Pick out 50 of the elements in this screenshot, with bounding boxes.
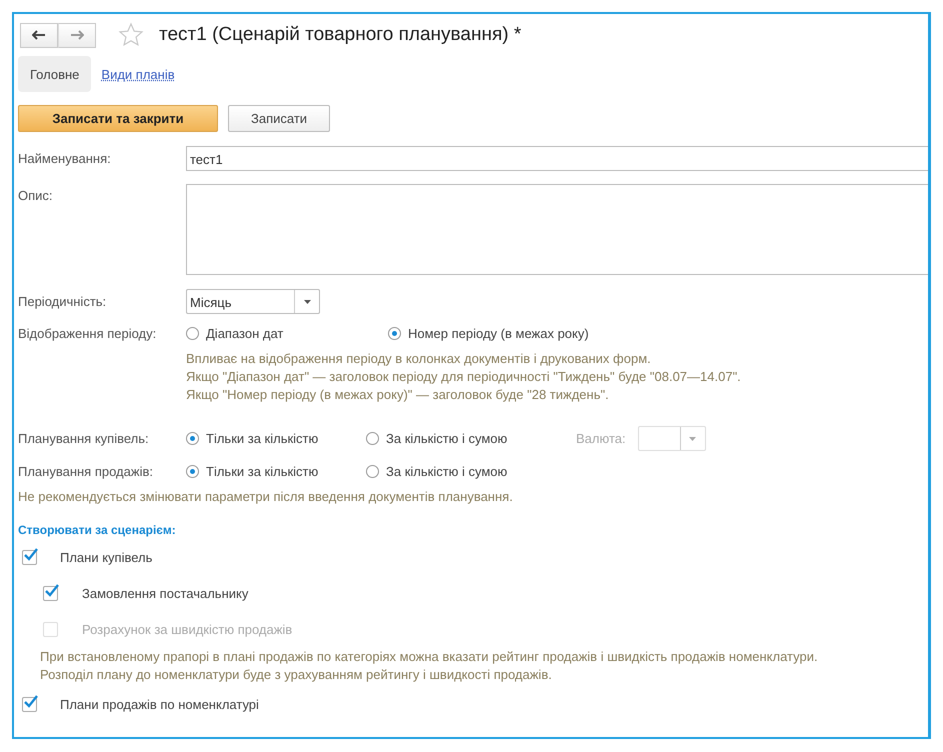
- hint-text: Якщо "Номер періоду (в межах року)" — заголовок буде "28 тиждень".: [186, 386, 610, 404]
- field-label: Відображення періоду:: [18, 326, 158, 341]
- name-input[interactable]: тест1: [186, 146, 928, 171]
- radio-option[interactable]: За кількістю і сумою: [366, 464, 576, 479]
- periodicity-dropdown[interactable]: Місяць: [186, 289, 320, 314]
- hint-text: Якщо "Діапазон дат" — заголовок періоду для періодичності "Тиждень" буде "08.07—14.07".: [186, 368, 742, 386]
- field-label: Найменування:: [18, 151, 112, 166]
- note-text: Розподіл плану до номенклатури буде з урахуванням рейтингу і швидкості продажів.: [40, 666, 553, 684]
- tab[interactable]: Види планів: [91, 56, 175, 92]
- radio-button[interactable]: [366, 465, 379, 478]
- tab[interactable]: Головне: [18, 56, 92, 92]
- radio-option[interactable]: Номер періоду (в межах року): [388, 326, 589, 341]
- radio-button[interactable]: [186, 327, 199, 340]
- save-button[interactable]: Записати: [228, 105, 330, 132]
- radio-button[interactable]: [186, 432, 199, 445]
- checkbox[interactable]: [43, 586, 58, 600]
- description-input[interactable]: [186, 184, 928, 275]
- caret-icon: [304, 300, 310, 304]
- checkbox-option[interactable]: Замовлення постачальнику: [40, 582, 928, 604]
- window-title: тест1 (Сценарій товарного планування) *: [159, 24, 522, 46]
- note-text: При встановленому прапорі в плані продажів по категоріях можна вказати рейтинг продажів і швидкість продажів номенклатури.: [40, 648, 819, 666]
- currency-label: Валюта:: [576, 431, 626, 446]
- check-icon: [23, 548, 39, 562]
- radio-button[interactable]: [186, 465, 199, 478]
- field-label: Планування продажів:: [18, 464, 154, 479]
- field-label: Планування купівель:: [18, 431, 150, 446]
- field-label: Періодичність:: [18, 294, 108, 309]
- currency-dropdown[interactable]: [638, 426, 706, 451]
- checkbox[interactable]: [22, 550, 37, 564]
- right-arrow-icon: [70, 30, 84, 40]
- warning-text: Не рекомендується змінювати параметри після введення документів планування.: [18, 489, 514, 504]
- checkbox-option[interactable]: Плани продажів по номенклатурі: [18, 693, 928, 715]
- back-button[interactable]: [20, 22, 58, 48]
- save-and-close-button[interactable]: Записати та закрити: [18, 105, 218, 132]
- check-icon: [44, 584, 60, 598]
- star-icon[interactable]: [118, 22, 144, 48]
- checkbox[interactable]: [22, 696, 37, 712]
- radio-option[interactable]: Діапазон дат: [186, 326, 388, 341]
- radio-option[interactable]: За кількістю і сумою: [366, 431, 576, 446]
- radio-button[interactable]: [366, 432, 379, 445]
- field-label: Опис:: [18, 187, 54, 203]
- radio-option[interactable]: Тільки за кількістю: [186, 464, 366, 479]
- check-icon: [23, 694, 39, 708]
- checkbox-option[interactable]: Плани купівель: [18, 546, 928, 568]
- radio-option[interactable]: Тільки за кількістю: [186, 431, 366, 446]
- left-arrow-icon: [32, 30, 46, 40]
- radio-button[interactable]: [388, 327, 401, 340]
- caret-icon: [689, 436, 696, 440]
- section-title: Створювати за сценарієм:: [18, 523, 177, 537]
- hint-text: Впливає на відображення періоду в колонках документів і друкованих форм.: [186, 350, 652, 368]
